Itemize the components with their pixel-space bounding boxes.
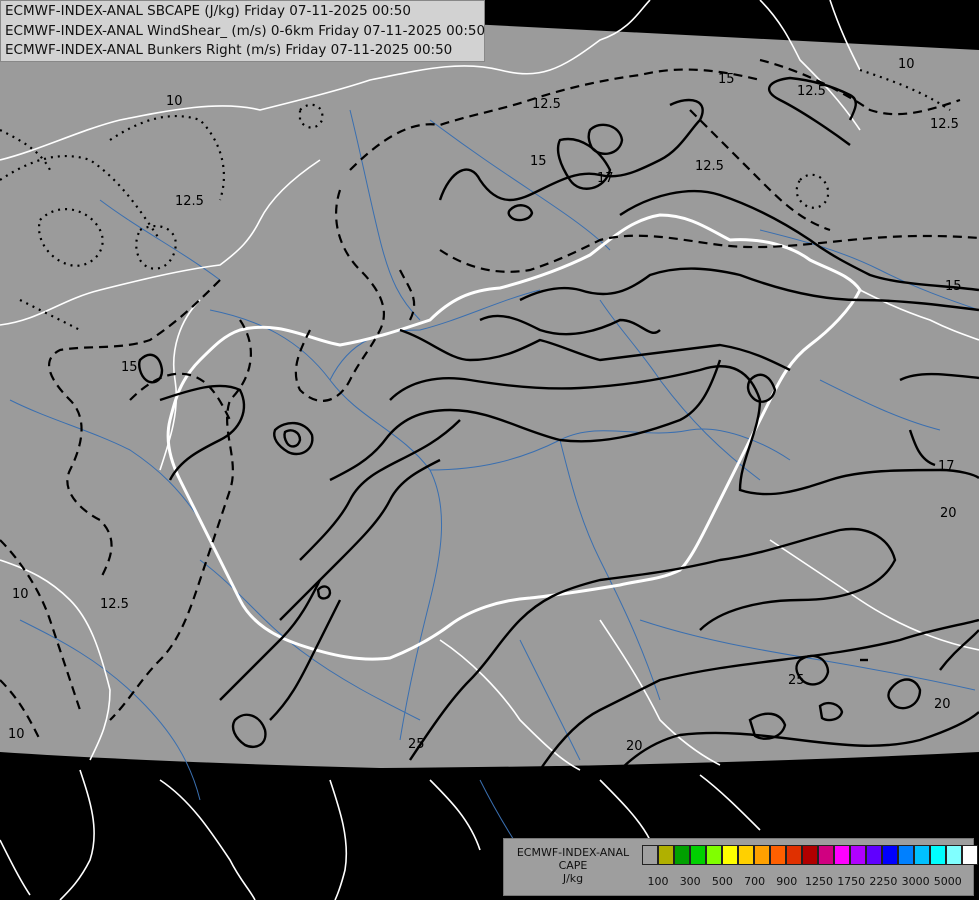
contour-label: 25: [788, 673, 805, 688]
title-line-sbcape: ECMWF-INDEX-ANAL SBCAPE (J/kg) Friday 07…: [5, 3, 411, 19]
cape-legend: ECMWF-INDEX-ANAL CAPE J/kg 100 300 500 700 9…: [503, 838, 978, 896]
legend-swatch: [754, 845, 770, 865]
map-canvas: 15 12.5 10 12.5 15 12.5 12.5 17 15 10 12…: [0, 0, 979, 900]
legend-swatch: [914, 845, 930, 865]
contour-label: 10: [898, 57, 915, 72]
contour-label: 12.5: [695, 159, 724, 174]
legend-swatch: [786, 845, 802, 865]
contour-label: 17: [938, 459, 955, 474]
legend-swatch: [850, 845, 866, 865]
legend-tick-label: 100: [647, 875, 669, 888]
legend-swatch: [866, 845, 882, 865]
contour-label: 12.5: [175, 194, 204, 209]
legend-swatch: [962, 845, 978, 865]
legend-tick-label: 500: [711, 875, 733, 888]
contour-label: 10: [166, 94, 183, 109]
legend-swatch: [738, 845, 754, 865]
legend-swatch: [770, 845, 786, 865]
title-line-windshear: ECMWF-INDEX-ANAL WindShear_ (m/s) 0-6km …: [5, 22, 486, 39]
contour-label: 17: [597, 171, 614, 186]
legend-swatch: [722, 845, 738, 865]
legend-title-line2: CAPE: [558, 859, 588, 872]
legend-tick-label: 1750: [837, 875, 866, 888]
legend-swatch: [674, 845, 690, 865]
contour-label: 20: [934, 697, 951, 712]
title-line-bunkers: ECMWF-INDEX-ANAL Bunkers Right (m/s) Fri…: [5, 42, 453, 58]
legend-swatch: [882, 845, 898, 865]
contour-label: 25: [408, 737, 425, 752]
contour-label: 15: [718, 72, 735, 87]
contour-label: 12.5: [100, 597, 129, 612]
legend-swatch: [690, 845, 706, 865]
legend-title-line1: ECMWF-INDEX-ANAL: [516, 846, 630, 859]
contour-label: 20: [626, 739, 643, 754]
legend-tick-label: 2250: [869, 875, 898, 888]
contour-label: 12.5: [532, 97, 561, 112]
legend-ticks: 100 300 500 700 900 1250 1750 2250 3000 5000: [504, 875, 973, 889]
contour-label: 20: [940, 506, 957, 521]
legend-tick-label: 300: [679, 875, 701, 888]
legend-swatch: [946, 845, 962, 865]
legend-swatch: [930, 845, 946, 865]
contour-label: 10: [8, 727, 25, 742]
legend-swatch: [706, 845, 722, 865]
contour-label: 12.5: [930, 117, 959, 132]
legend-tick-label: 900: [776, 875, 798, 888]
contour-label: 15: [121, 360, 138, 375]
legend-tick-label: 3000: [901, 875, 930, 888]
legend-tick-label: 1250: [805, 875, 833, 888]
legend-tick-label: 5000: [933, 875, 962, 888]
legend-swatch: [818, 845, 834, 865]
legend-swatch: [898, 845, 914, 865]
contour-label: 12.5: [797, 84, 826, 99]
legend-swatch: [658, 845, 674, 865]
map-title-box: ECMWF-INDEX-ANAL SBCAPE (J/kg) Friday 07…: [0, 0, 485, 62]
legend-tick-label: 700: [744, 875, 766, 888]
contour-label: 15: [530, 154, 547, 169]
legend-swatch: [642, 845, 658, 865]
legend-swatch: [834, 845, 850, 865]
legend-color-scale: [642, 845, 978, 865]
contour-label: 10: [12, 587, 29, 602]
legend-swatch: [802, 845, 818, 865]
contour-label: 15: [945, 279, 962, 294]
